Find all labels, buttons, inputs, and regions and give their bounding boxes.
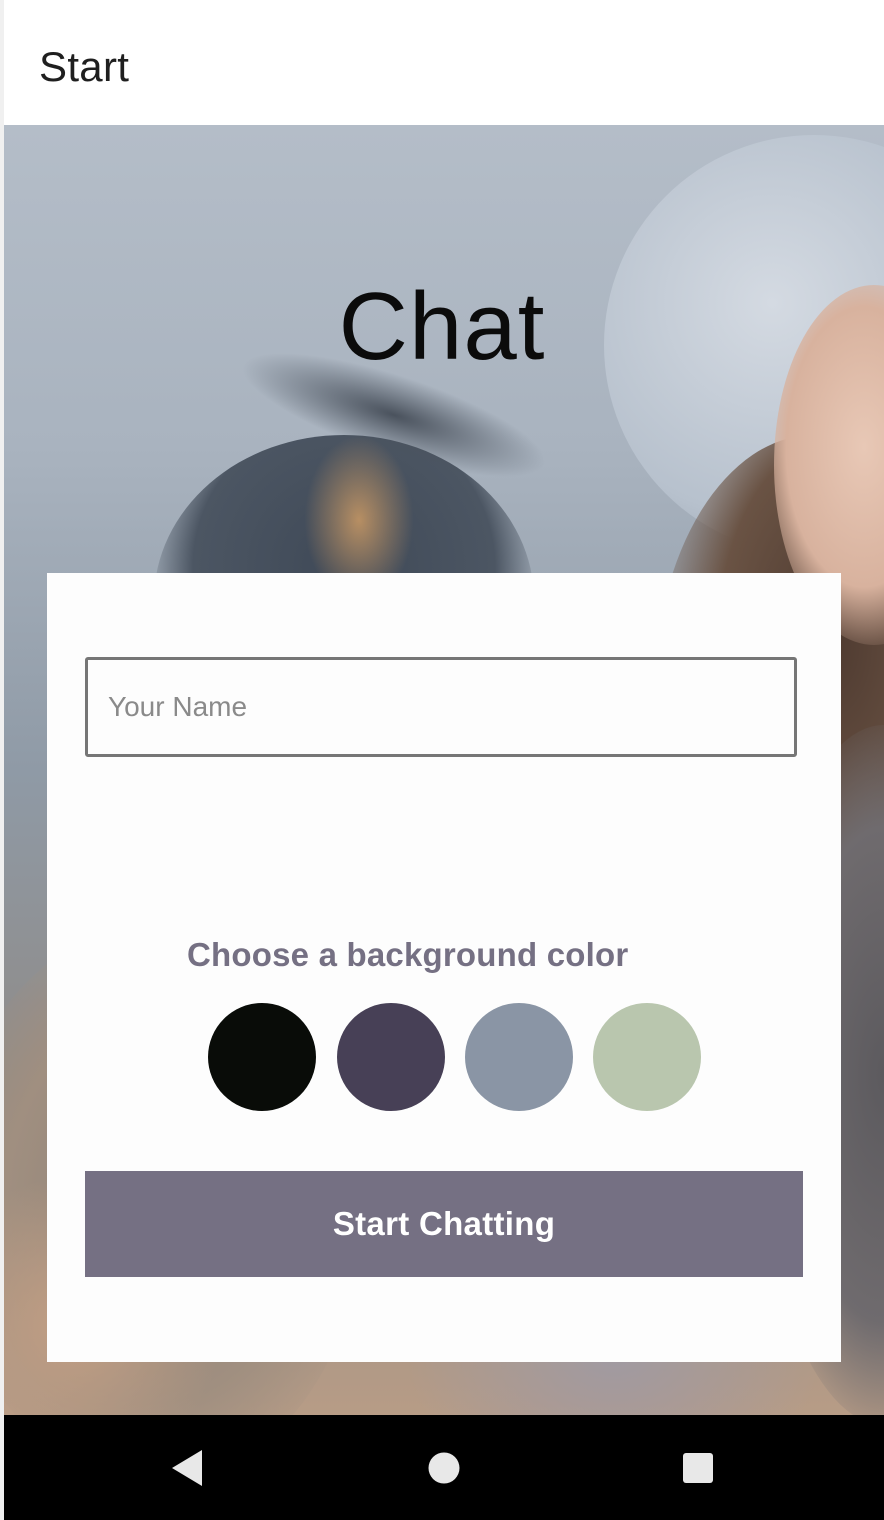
nav-back-button[interactable] — [138, 1415, 238, 1520]
app-bar-title: Start — [39, 43, 130, 90]
home-icon — [428, 1452, 460, 1483]
start-form-card: Choose a background color Start Chatting — [47, 573, 841, 1362]
start-screen: Start Chat Choose a background color Sta… — [0, 0, 884, 1520]
nav-recents-button[interactable] — [648, 1415, 748, 1520]
color-swatch-gray-blue[interactable] — [465, 1003, 573, 1111]
back-icon — [172, 1449, 202, 1486]
name-input[interactable] — [85, 657, 797, 757]
color-picker-label: Choose a background color — [187, 936, 629, 973]
app-bar: Start — [4, 0, 884, 125]
start-chatting-button[interactable]: Start Chatting — [85, 1171, 803, 1277]
recents-icon — [683, 1452, 713, 1483]
nav-home-button[interactable] — [394, 1415, 494, 1520]
app-title: Chat — [338, 273, 546, 380]
system-nav-bar — [4, 1415, 884, 1520]
color-swatch-dark-purple[interactable] — [337, 1003, 445, 1111]
color-swatch-black[interactable] — [208, 1003, 316, 1111]
color-swatch-sage-green[interactable] — [593, 1003, 701, 1111]
